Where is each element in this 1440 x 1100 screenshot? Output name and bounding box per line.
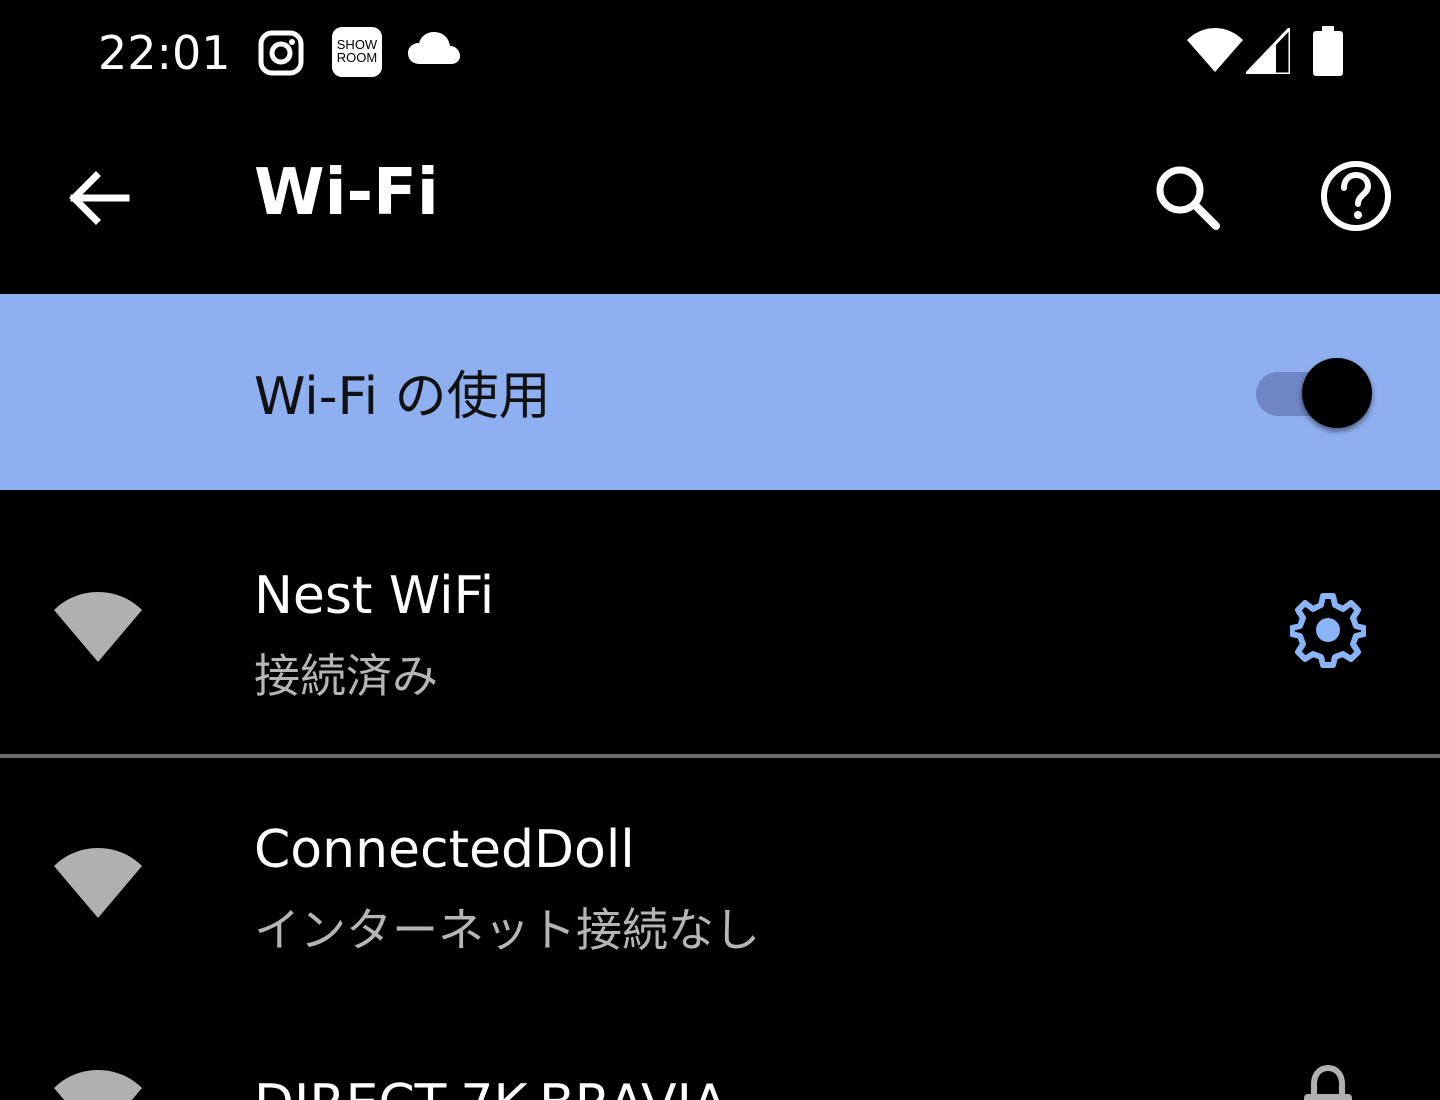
wifi-strength-icon	[54, 848, 142, 918]
back-button[interactable]	[64, 164, 132, 232]
wifi-signal-icon	[1187, 28, 1243, 72]
help-icon[interactable]	[1318, 158, 1394, 234]
lock-icon	[1304, 1064, 1352, 1100]
network-row-connecteddoll[interactable]: ConnectedDoll インターネット接続なし	[0, 758, 1440, 1014]
network-name: ConnectedDoll	[254, 820, 635, 880]
network-row-nest-wifi[interactable]: Nest WiFi 接続済み	[0, 490, 1440, 754]
gear-icon[interactable]	[1290, 592, 1366, 668]
wifi-toggle-label: Wi-Fi の使用	[254, 367, 551, 427]
wifi-toggle-row[interactable]: Wi-Fi の使用	[0, 294, 1440, 490]
wifi-strength-icon	[54, 592, 142, 662]
network-name: Nest WiFi	[254, 566, 495, 626]
showroom-line1: SHOW	[336, 37, 378, 52]
switch-thumb	[1302, 358, 1372, 428]
app-bar: Wi-Fi	[0, 104, 1440, 294]
page-title: Wi-Fi	[254, 156, 439, 230]
showroom-icon: SHOW ROOM	[332, 27, 382, 77]
battery-icon	[1313, 26, 1343, 76]
cloud-icon	[408, 32, 460, 64]
cell-signal-icon	[1246, 28, 1290, 74]
wifi-toggle-switch[interactable]	[1256, 358, 1374, 428]
search-icon[interactable]	[1152, 162, 1222, 232]
network-status: インターネット接続なし	[254, 903, 760, 957]
network-status: 接続済み	[254, 649, 438, 703]
status-bar: 22:01 SHOW ROOM	[0, 0, 1440, 104]
status-time: 22:01	[98, 26, 231, 80]
network-row-direct-7k-bravia[interactable]: DIRECT-7K-BRAVIA	[0, 1014, 1440, 1100]
wifi-strength-icon	[54, 1070, 142, 1100]
network-name: DIRECT-7K-BRAVIA	[254, 1074, 727, 1100]
showroom-line2: ROOM	[336, 50, 378, 65]
instagram-icon	[258, 30, 304, 76]
